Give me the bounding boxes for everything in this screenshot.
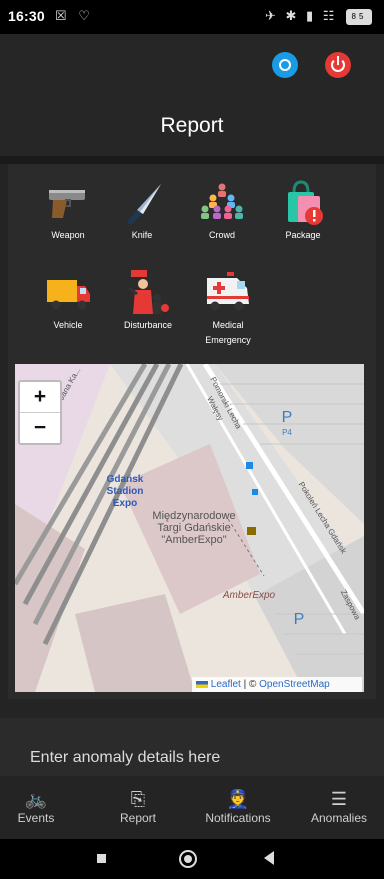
parking-marker: P [293, 611, 305, 628]
category-package[interactable]: Package [272, 178, 334, 243]
disturbance-icon [123, 268, 173, 318]
category-label: Vehicle [53, 320, 83, 330]
crowd-icon [197, 178, 247, 228]
zoom-in-button[interactable]: + [20, 382, 60, 413]
nav-report[interactable]: ⎘ Report [93, 788, 183, 826]
category-label: Crowd [208, 230, 235, 240]
recents-button[interactable] [97, 854, 106, 863]
category-label: Disturbance [123, 320, 173, 330]
map-attribution: Leaflet | © OpenStreetMap [192, 677, 362, 692]
parking-marker: P [281, 409, 293, 426]
nav-events[interactable]: 🚲 Events [0, 788, 81, 826]
police-icon: 👮 [226, 789, 250, 809]
category-knife[interactable]: Knife [111, 178, 173, 243]
nav-label: Report [119, 811, 157, 825]
category-vehicle[interactable]: Vehicle [37, 268, 99, 333]
category-label: Package [285, 230, 321, 240]
category-label: Weapon [51, 230, 85, 240]
category-weapon[interactable]: Weapon [37, 178, 99, 243]
status-bar: 16:30 ☒ ♡ ✈ ✱ ▮ ☷ 85 [0, 0, 384, 34]
package-icon [278, 178, 328, 228]
ambulance-icon [203, 268, 253, 318]
anomaly-details-input[interactable] [28, 748, 362, 768]
back-button[interactable] [264, 851, 274, 865]
status-system-icons: ✈ ✱ ▮ ☷ 85 [265, 8, 372, 25]
category-label: Knife [131, 230, 153, 240]
knife-icon [117, 178, 167, 228]
report-icon: ⎘ [130, 789, 146, 809]
zoom-out-button[interactable]: − [20, 413, 60, 443]
settings-icon[interactable] [272, 52, 298, 78]
osm-link[interactable]: OpenStreetMap [259, 679, 330, 690]
battery-icon: 85 [346, 8, 372, 25]
map-label-amberexpo: AmberExpo [222, 590, 276, 601]
truck-icon [43, 268, 93, 318]
nav-label: Anomalies [310, 811, 368, 825]
divider [0, 156, 384, 164]
power-icon[interactable] [325, 52, 351, 78]
map-label-stadion: Gdańsk Stadion Expo [106, 474, 144, 509]
nav-notifications[interactable]: 👮 Notifications [193, 788, 283, 826]
category-medical-emergency[interactable]: Medical Emergency [197, 268, 259, 348]
map-view[interactable]: Gdańsk Stadion Expo Międzynarodowe Targi… [15, 364, 364, 692]
home-button[interactable] [179, 850, 197, 868]
category-disturbance[interactable]: Disturbance [117, 268, 179, 333]
nav-label: Events [17, 811, 55, 825]
nav-label: Notifications [205, 811, 271, 825]
bicycle-icon: 🚲 [24, 789, 48, 809]
category-label: Medical Emergency [205, 320, 251, 345]
flag-icon [196, 680, 208, 688]
parking-marker-label: P4 [282, 428, 292, 437]
page-title: Report [160, 114, 224, 137]
map-label-expo: Międzynarodowe Targi Gdańskie "AmberExpo… [152, 510, 236, 546]
nav-anomalies[interactable]: ☰ Anomalies [294, 788, 384, 826]
zoom-control: + − [18, 380, 62, 445]
leaflet-link[interactable]: Leaflet [211, 679, 241, 690]
status-notification-icons: ☒ ♡ [55, 8, 94, 23]
list-icon: ☰ [330, 789, 348, 809]
pistol-icon [43, 178, 93, 228]
category-crowd[interactable]: Crowd [191, 178, 253, 243]
status-time: 16:30 [8, 8, 45, 24]
